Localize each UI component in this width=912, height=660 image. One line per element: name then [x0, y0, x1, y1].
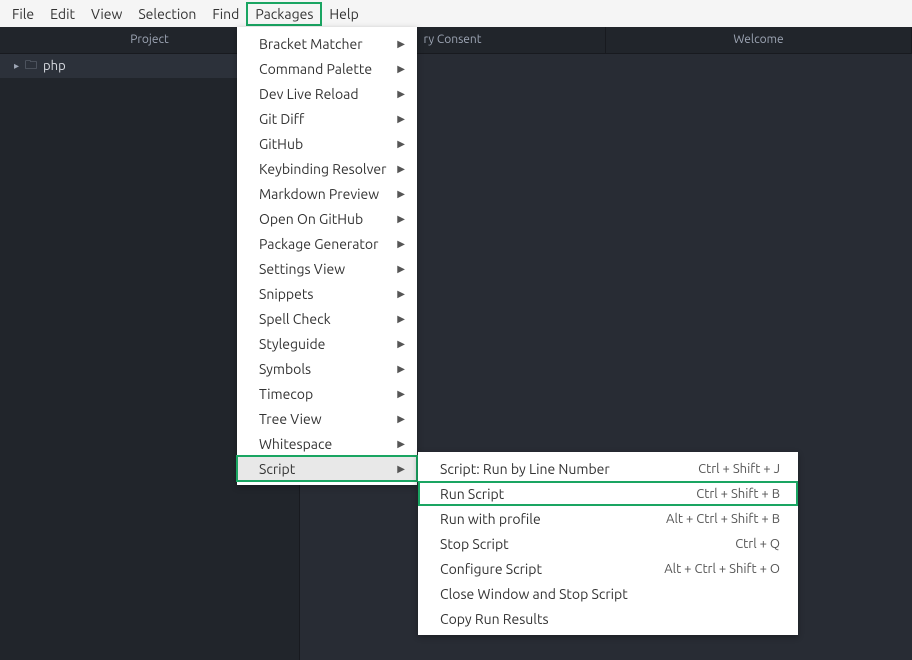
dd-label: Stop Script [440, 536, 509, 552]
dd-label: Run Script [440, 486, 504, 502]
chevron-right-icon: ▶ [397, 413, 405, 425]
dd-label: Package Generator [259, 236, 378, 252]
chevron-right-icon: ▸ [14, 60, 19, 72]
script-run-profile[interactable]: Run with profile Alt + Ctrl + Shift + B [418, 506, 798, 531]
dd-shortcut: Alt + Ctrl + Shift + B [666, 512, 780, 526]
chevron-right-icon: ▶ [397, 163, 405, 175]
pkg-open-on-github[interactable]: Open On GitHub ▶ [237, 206, 417, 231]
chevron-right-icon: ▶ [397, 63, 405, 75]
dd-label: Symbols [259, 361, 311, 377]
pkg-settings-view[interactable]: Settings View ▶ [237, 256, 417, 281]
dd-label: Settings View [259, 261, 345, 277]
script-configure[interactable]: Configure Script Alt + Ctrl + Shift + O [418, 556, 798, 581]
dd-label: Spell Check [259, 311, 331, 327]
menu-help[interactable]: Help [321, 3, 366, 25]
chevron-right-icon: ▶ [397, 88, 405, 100]
dd-shortcut: Ctrl + Shift + J [698, 462, 780, 476]
pkg-dev-live-reload[interactable]: Dev Live Reload ▶ [237, 81, 417, 106]
dd-label: Timecop [259, 386, 313, 402]
menu-selection[interactable]: Selection [130, 3, 204, 25]
folder-icon: 🗀 [25, 56, 37, 77]
dd-label: Styleguide [259, 336, 325, 352]
pkg-script[interactable]: Script ▶ [237, 456, 417, 481]
pkg-whitespace[interactable]: Whitespace ▶ [237, 431, 417, 456]
dd-label: Keybinding Resolver [259, 161, 386, 177]
menu-find[interactable]: Find [204, 3, 247, 25]
dd-shortcut: Ctrl + Q [735, 537, 780, 551]
menu-view[interactable]: View [83, 3, 130, 25]
packages-dropdown: Bracket Matcher ▶ Command Palette ▶ Dev Li… [237, 27, 417, 485]
pkg-keybinding-resolver[interactable]: Keybinding Resolver ▶ [237, 156, 417, 181]
dd-label: Git Diff [259, 111, 304, 127]
dd-shortcut: Ctrl + Shift + B [696, 487, 780, 501]
script-run[interactable]: Run Script Ctrl + Shift + B [418, 481, 798, 506]
dd-label: Script [259, 461, 295, 477]
dd-label: GitHub [259, 136, 303, 152]
chevron-right-icon: ▶ [397, 263, 405, 275]
menu-file[interactable]: File [4, 3, 42, 25]
menu-packages[interactable]: Packages [247, 3, 321, 25]
dd-label: Copy Run Results [440, 611, 549, 627]
dd-label: Snippets [259, 286, 313, 302]
chevron-right-icon: ▶ [397, 238, 405, 250]
script-submenu: Script: Run by Line Number Ctrl + Shift … [418, 452, 798, 635]
pkg-git-diff[interactable]: Git Diff ▶ [237, 106, 417, 131]
dd-label: Close Window and Stop Script [440, 586, 628, 602]
dd-label: Script: Run by Line Number [440, 461, 610, 477]
script-stop[interactable]: Stop Script Ctrl + Q [418, 531, 798, 556]
chevron-right-icon: ▶ [397, 338, 405, 350]
chevron-right-icon: ▶ [397, 38, 405, 50]
chevron-right-icon: ▶ [397, 188, 405, 200]
tree-root-label: php [43, 59, 66, 73]
pkg-github[interactable]: GitHub ▶ [237, 131, 417, 156]
dd-label: Open On GitHub [259, 211, 363, 227]
pkg-snippets[interactable]: Snippets ▶ [237, 281, 417, 306]
dd-label: Bracket Matcher [259, 36, 363, 52]
pkg-markdown-preview[interactable]: Markdown Preview ▶ [237, 181, 417, 206]
pkg-package-generator[interactable]: Package Generator ▶ [237, 231, 417, 256]
pkg-symbols[interactable]: Symbols ▶ [237, 356, 417, 381]
dd-label: Dev Live Reload [259, 86, 359, 102]
dd-label: Run with profile [440, 511, 541, 527]
tabs-row: Project ry Consent Welcome [0, 27, 912, 54]
pkg-spell-check[interactable]: Spell Check ▶ [237, 306, 417, 331]
dd-label: Whitespace [259, 436, 332, 452]
script-close-stop[interactable]: Close Window and Stop Script [418, 581, 798, 606]
pkg-bracket-matcher[interactable]: Bracket Matcher ▶ [237, 31, 417, 56]
dd-label: Markdown Preview [259, 186, 379, 202]
chevron-right-icon: ▶ [397, 313, 405, 325]
chevron-right-icon: ▶ [397, 138, 405, 150]
pkg-styleguide[interactable]: Styleguide ▶ [237, 331, 417, 356]
menu-edit[interactable]: Edit [42, 3, 83, 25]
chevron-right-icon: ▶ [397, 213, 405, 225]
chevron-right-icon: ▶ [397, 113, 405, 125]
chevron-right-icon: ▶ [397, 463, 405, 475]
script-copy-results[interactable]: Copy Run Results [418, 606, 798, 631]
pkg-timecop[interactable]: Timecop ▶ [237, 381, 417, 406]
dd-label: Tree View [259, 411, 322, 427]
chevron-right-icon: ▶ [397, 363, 405, 375]
script-run-by-line[interactable]: Script: Run by Line Number Ctrl + Shift … [418, 456, 798, 481]
chevron-right-icon: ▶ [397, 438, 405, 450]
editor-tab-1[interactable]: Welcome [606, 27, 912, 53]
pkg-tree-view[interactable]: Tree View ▶ [237, 406, 417, 431]
dd-label: Command Palette [259, 61, 372, 77]
chevron-right-icon: ▶ [397, 388, 405, 400]
dd-shortcut: Alt + Ctrl + Shift + O [664, 562, 780, 576]
chevron-right-icon: ▶ [397, 288, 405, 300]
menubar: File Edit View Selection Find Packages H… [0, 0, 912, 27]
dd-label: Configure Script [440, 561, 542, 577]
pkg-command-palette[interactable]: Command Palette ▶ [237, 56, 417, 81]
